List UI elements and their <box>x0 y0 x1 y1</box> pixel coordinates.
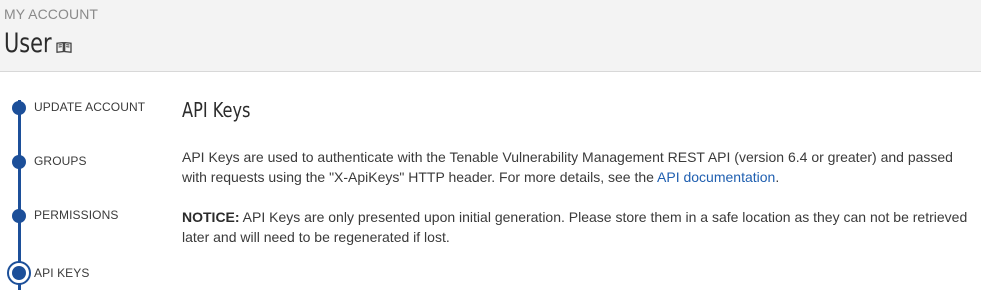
step-dot <box>12 155 26 169</box>
step-label: GROUPS <box>34 154 87 168</box>
book-icon[interactable] <box>56 41 72 53</box>
step-update-account[interactable]: UPDATE ACCOUNT <box>0 95 170 119</box>
section-title: API Keys <box>182 98 250 122</box>
page-title-row: User <box>4 28 72 59</box>
step-groups[interactable]: GROUPS <box>0 149 170 173</box>
step-dot <box>12 101 26 115</box>
api-documentation-link[interactable]: API documentation <box>657 169 775 185</box>
description-text: API Keys are used to authenticate with t… <box>182 149 953 185</box>
step-label: API KEYS <box>34 266 90 280</box>
step-dot <box>12 209 26 223</box>
step-dot-active <box>7 261 31 285</box>
notice-paragraph: NOTICE: API Keys are only presented upon… <box>182 207 981 247</box>
page-header: MY ACCOUNT User <box>0 0 981 72</box>
description-end: . <box>775 169 779 185</box>
account-stepper: UPDATE ACCOUNT GROUPS PERMISSIONS API KE… <box>0 72 170 289</box>
api-keys-description: API Keys are used to authenticate with t… <box>182 147 981 187</box>
step-api-keys[interactable]: API KEYS <box>0 261 170 285</box>
step-permissions[interactable]: PERMISSIONS <box>0 203 170 227</box>
notice-label: NOTICE: <box>182 209 240 225</box>
step-label: PERMISSIONS <box>34 208 118 222</box>
step-label: UPDATE ACCOUNT <box>34 100 145 114</box>
page-title: User <box>4 28 52 59</box>
notice-text: API Keys are only presented upon initial… <box>182 209 967 245</box>
breadcrumb: MY ACCOUNT <box>4 6 98 22</box>
